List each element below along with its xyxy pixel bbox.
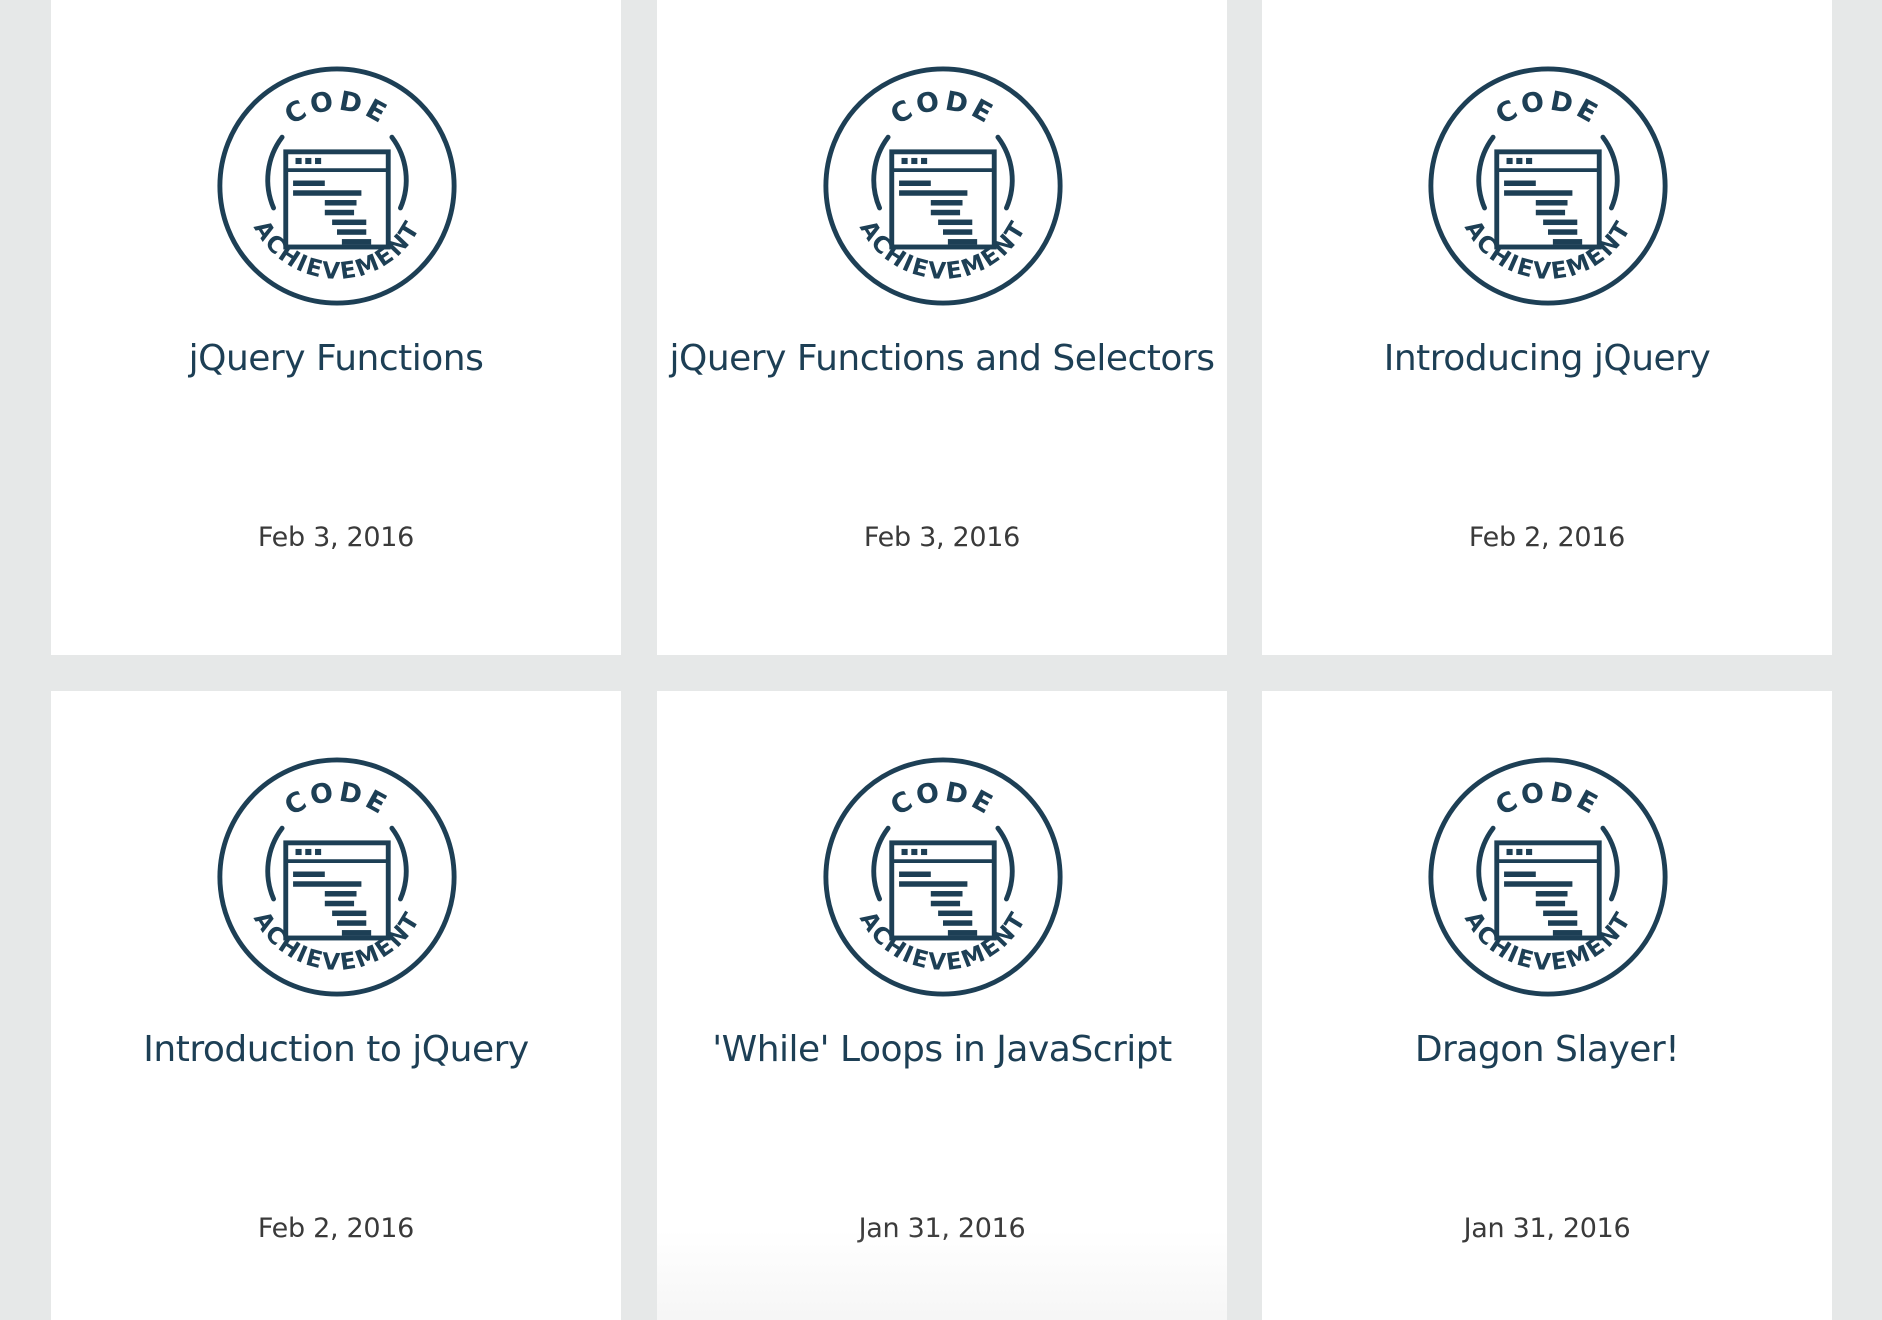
achievement-card[interactable]: CODE ACHIEVEMENT Introduction to jQuery F… (51, 691, 621, 1320)
svg-text:CODE: CODE (1491, 777, 1606, 823)
achievement-card[interactable]: CODE ACHIEVEMENT jQuery Functions Feb 3, … (51, 0, 621, 655)
badge-top-text: CODE (886, 777, 997, 823)
achievement-date: Feb 2, 2016 (1468, 522, 1626, 553)
achievement-date: Jan 31, 2016 (858, 1213, 1026, 1244)
achievement-date: Feb 2, 2016 (257, 1213, 415, 1244)
achievement-title[interactable]: Introducing jQuery (1272, 338, 1822, 379)
achievement-date: Jan 31, 2016 (1463, 1213, 1631, 1244)
code-achievement-badge-icon: CODE ACHIEVEMENT (821, 755, 1065, 999)
svg-text:ACHIEVEMENT: ACHIEVEMENT (1459, 907, 1637, 976)
svg-text:ACHIEVEMENT: ACHIEVEMENT (248, 907, 426, 976)
svg-text:CODE: CODE (280, 86, 395, 132)
svg-text:CODE: CODE (886, 777, 1001, 823)
badge-bottom-text: ACHIEVEMENT (854, 216, 1030, 285)
svg-text:CODE: CODE (1491, 86, 1606, 132)
achievement-card[interactable]: CODE ACHIEVEMENT jQuery Functions and Sel… (657, 0, 1227, 655)
achievement-date: Feb 3, 2016 (257, 522, 415, 553)
achievement-title[interactable]: 'While' Loops in JavaScript (667, 1029, 1217, 1070)
badge-top-text: CODE (1491, 86, 1602, 132)
svg-text:CODE: CODE (886, 86, 1001, 132)
achievement-title[interactable]: jQuery Functions and Selectors (667, 338, 1217, 379)
badge-bottom-text: ACHIEVEMENT (248, 907, 424, 976)
achievement-title[interactable]: jQuery Functions (61, 338, 611, 379)
badge-bottom-text: ACHIEVEMENT (854, 907, 1030, 976)
svg-text:ACHIEVEMENT: ACHIEVEMENT (248, 216, 426, 285)
badge-top-text: CODE (886, 86, 997, 132)
badge-bottom-text: ACHIEVEMENT (1459, 907, 1635, 976)
badge-top-text: CODE (1491, 777, 1602, 823)
badge-top-text: CODE (280, 86, 391, 132)
achievement-title[interactable]: Dragon Slayer! (1272, 1029, 1822, 1070)
achievement-card[interactable]: CODE ACHIEVEMENT Dragon Slayer! Jan 31, 2… (1262, 691, 1832, 1320)
svg-text:ACHIEVEMENT: ACHIEVEMENT (854, 216, 1032, 285)
svg-text:ACHIEVEMENT: ACHIEVEMENT (854, 907, 1032, 976)
badge-bottom-text: ACHIEVEMENT (248, 216, 424, 285)
svg-text:CODE: CODE (280, 777, 395, 823)
badge-top-text: CODE (280, 777, 391, 823)
svg-text:ACHIEVEMENT: ACHIEVEMENT (1459, 216, 1637, 285)
achievement-title[interactable]: Introduction to jQuery (61, 1029, 611, 1070)
achievement-card[interactable]: CODE ACHIEVEMENT Introducing jQuery Feb 2… (1262, 0, 1832, 655)
code-achievement-badge-icon: CODE ACHIEVEMENT (1426, 64, 1670, 308)
code-achievement-badge-icon: CODE ACHIEVEMENT (215, 755, 459, 999)
badge-bottom-text: ACHIEVEMENT (1459, 216, 1635, 285)
achievement-card[interactable]: CODE ACHIEVEMENT 'While' Loops in JavaScr… (657, 691, 1227, 1320)
achievement-date: Feb 3, 2016 (863, 522, 1021, 553)
code-achievement-badge-icon: CODE ACHIEVEMENT (215, 64, 459, 308)
code-achievement-badge-icon: CODE ACHIEVEMENT (1426, 755, 1670, 999)
code-achievement-badge-icon: CODE ACHIEVEMENT (821, 64, 1065, 308)
